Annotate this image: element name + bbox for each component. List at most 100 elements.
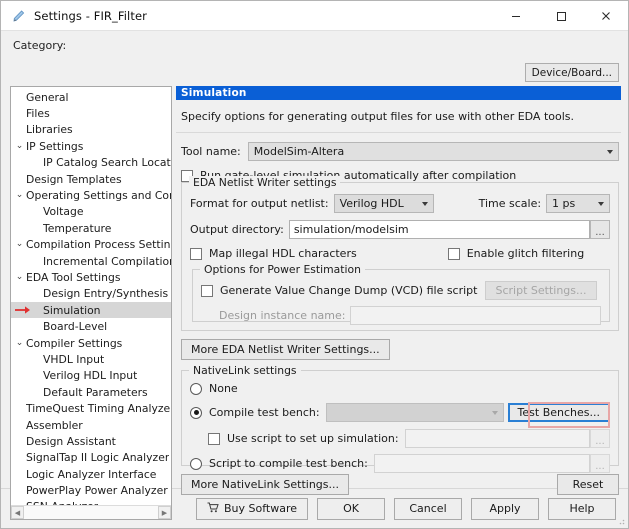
tree-item-compiler-settings[interactable]: ⌄ Compiler Settings bbox=[11, 335, 171, 351]
nativelink-none-row[interactable]: None bbox=[190, 382, 610, 395]
tree-item-label: Board-Level bbox=[43, 320, 108, 334]
tree-item-ip-settings[interactable]: ⌄ IP Settings bbox=[11, 138, 171, 154]
scroll-track[interactable] bbox=[24, 506, 158, 519]
output-directory-value: simulation/modelsim bbox=[293, 223, 409, 236]
chevron-down-icon[interactable]: ⌄ bbox=[13, 272, 26, 282]
design-instance-row: Design instance name: bbox=[219, 306, 601, 325]
output-directory-browse-button[interactable]: ... bbox=[590, 220, 610, 239]
tree-item-label: Logic Analyzer Interface bbox=[26, 467, 157, 481]
chevron-down-icon[interactable]: ⌄ bbox=[13, 338, 26, 348]
tree-item-label: TimeQuest Timing Analyzer bbox=[26, 402, 171, 416]
reset-button[interactable]: Reset bbox=[557, 474, 619, 495]
tree-item-assembler[interactable]: Assembler bbox=[11, 417, 171, 433]
tool-name-row: Tool name: ModelSim-Altera bbox=[176, 142, 621, 161]
script-compile-browse-button: ... bbox=[590, 454, 610, 473]
tool-name-value: ModelSim-Altera bbox=[253, 145, 345, 158]
output-directory-row: Output directory: simulation/modelsim ..… bbox=[190, 220, 610, 239]
compile-test-bench-combo bbox=[325, 403, 504, 422]
tree-item-temperature[interactable]: Temperature bbox=[11, 220, 171, 236]
tree-item-label: Operating Settings and Conditions bbox=[26, 189, 171, 203]
chevron-down-icon[interactable]: ⌄ bbox=[13, 240, 26, 249]
tree-item-powerplay-power-analyzer-settings[interactable]: PowerPlay Power Analyzer Settings bbox=[11, 482, 171, 498]
tree-item-operating-settings-and-conditions[interactable]: ⌄Operating Settings and Conditions bbox=[11, 187, 171, 203]
tree-item-files[interactable]: Files bbox=[11, 105, 171, 121]
format-row: Format for output netlist: Verilog HDL T… bbox=[190, 194, 610, 213]
chevron-down-icon[interactable]: ⌄ bbox=[13, 191, 26, 200]
tree-item-default-parameters[interactable]: Default Parameters bbox=[11, 384, 171, 400]
tree-item-label: EDA Tool Settings bbox=[26, 270, 121, 284]
tree-item-compilation-process-settings[interactable]: ⌄ Compilation Process Settings bbox=[11, 237, 171, 253]
chevron-down-icon[interactable]: ⌄ bbox=[13, 141, 26, 151]
category-label: Category: bbox=[13, 39, 67, 52]
tree-item-logic-analyzer-interface[interactable]: Logic Analyzer Interface bbox=[11, 466, 171, 482]
use-script-browse-button: ... bbox=[590, 429, 610, 448]
map-illegal-chars-checkbox[interactable] bbox=[190, 247, 202, 260]
script-compile-row[interactable]: Script to compile test bench: ... bbox=[190, 454, 610, 473]
tree-item-label: Verilog HDL Input bbox=[43, 369, 138, 383]
scroll-left-icon[interactable]: ◀ bbox=[11, 506, 24, 519]
tree-item-design-templates[interactable]: Design Templates bbox=[11, 171, 171, 187]
dialog-body: Category: Device/Board... General Files Li… bbox=[1, 31, 628, 520]
tree-item-libraries[interactable]: Libraries bbox=[11, 122, 171, 138]
chevron-down-icon bbox=[421, 201, 428, 206]
tree-item-verilog-hdl-input[interactable]: Verilog HDL Input bbox=[11, 368, 171, 384]
nativelink-none-radio[interactable] bbox=[190, 382, 202, 395]
tree-item-timequest-timing-analyzer[interactable]: TimeQuest Timing Analyzer bbox=[11, 400, 171, 416]
scroll-right-icon[interactable]: ▶ bbox=[158, 506, 171, 519]
tree-item-design-assistant[interactable]: Design Assistant bbox=[11, 433, 171, 449]
tree-item-label: Voltage bbox=[43, 205, 84, 219]
tree-item-label: Design Entry/Synthesis bbox=[43, 287, 169, 301]
title-bar: Settings - FIR_Filter bbox=[1, 1, 628, 31]
use-script-label: Use script to set up simulation: bbox=[227, 432, 399, 445]
tool-name-label: Tool name: bbox=[181, 145, 241, 158]
format-value: Verilog HDL bbox=[339, 197, 404, 210]
timescale-combo[interactable]: 1 ps bbox=[546, 194, 610, 213]
generate-vcd-checkbox[interactable] bbox=[201, 284, 213, 297]
more-nativelink-settings-button[interactable]: More NativeLink Settings... bbox=[181, 474, 350, 495]
category-tree[interactable]: General Files Libraries ⌄ IP Settings IP Cata… bbox=[10, 86, 172, 520]
use-script-row[interactable]: Use script to set up simulation: ... bbox=[208, 429, 610, 448]
tree-item-label: PowerPlay Power Analyzer Settings bbox=[26, 484, 171, 498]
output-directory-input[interactable]: simulation/modelsim bbox=[288, 220, 590, 239]
script-compile-label: Script to compile test bench: bbox=[209, 457, 368, 470]
test-benches-highlight-ring bbox=[528, 402, 610, 428]
simulation-panel: Simulation Specify options for generatin… bbox=[176, 86, 621, 520]
chevron-down-icon bbox=[598, 201, 604, 206]
tree-horizontal-scrollbar[interactable]: ◀ ▶ bbox=[11, 505, 171, 519]
tree-item-board-level[interactable]: Board-Level bbox=[11, 318, 171, 334]
device-board-button[interactable]: Device/Board... bbox=[524, 63, 619, 82]
timescale-value: 1 ps bbox=[552, 197, 576, 210]
pencil-icon bbox=[11, 8, 27, 24]
design-instance-label: Design instance name: bbox=[219, 309, 346, 322]
category-tree-list[interactable]: General Files Libraries ⌄ IP Settings IP Cata… bbox=[11, 87, 171, 505]
close-icon[interactable] bbox=[583, 1, 628, 30]
tree-item-design-entry-synthesis[interactable]: Design Entry/Synthesis bbox=[11, 286, 171, 302]
tree-item-ssn-analyzer[interactable]: SSN Analyzer bbox=[11, 499, 171, 505]
format-combo[interactable]: Verilog HDL bbox=[333, 194, 434, 213]
tree-item-signaltap-ii-logic-analyzer[interactable]: SignalTap II Logic Analyzer bbox=[11, 450, 171, 466]
tree-item-voltage[interactable]: Voltage bbox=[11, 204, 171, 220]
nativelink-group-title: NativeLink settings bbox=[189, 364, 301, 377]
script-compile-input bbox=[373, 454, 590, 473]
tree-item-simulation[interactable]: Simulation bbox=[11, 302, 171, 319]
panel-description: Specify options for generating output fi… bbox=[181, 110, 575, 123]
compile-test-bench-radio[interactable] bbox=[190, 406, 202, 419]
use-script-checkbox[interactable] bbox=[208, 432, 220, 445]
resize-grip-icon[interactable] bbox=[615, 515, 625, 525]
enable-glitch-filtering-checkbox[interactable] bbox=[447, 247, 460, 260]
maximize-icon[interactable] bbox=[538, 1, 583, 30]
settings-dialog: Settings - FIR_Filter Category: Device/B… bbox=[0, 0, 629, 529]
power-estimation-group-title: Options for Power Estimation bbox=[200, 263, 365, 276]
tree-item-ip-catalog-search-locations[interactable]: IP Catalog Search Locations bbox=[11, 155, 171, 171]
tree-item-eda-tool-settings[interactable]: ⌄ EDA Tool Settings bbox=[11, 269, 171, 285]
tree-item-general[interactable]: General bbox=[11, 89, 171, 105]
panel-header: Simulation bbox=[176, 86, 621, 100]
script-compile-radio[interactable] bbox=[190, 457, 202, 470]
more-eda-netlist-writer-settings-button[interactable]: More EDA Netlist Writer Settings... bbox=[181, 339, 390, 360]
tree-item-incremental-compilation[interactable]: Incremental Compilation bbox=[11, 253, 171, 269]
tree-item-vhdl-input[interactable]: VHDL Input bbox=[11, 351, 171, 367]
minimize-icon[interactable] bbox=[493, 1, 538, 30]
timescale-label: Time scale: bbox=[478, 197, 542, 210]
tree-item-label: IP Catalog Search Locations bbox=[43, 156, 171, 170]
tool-name-combo[interactable]: ModelSim-Altera bbox=[247, 142, 619, 161]
